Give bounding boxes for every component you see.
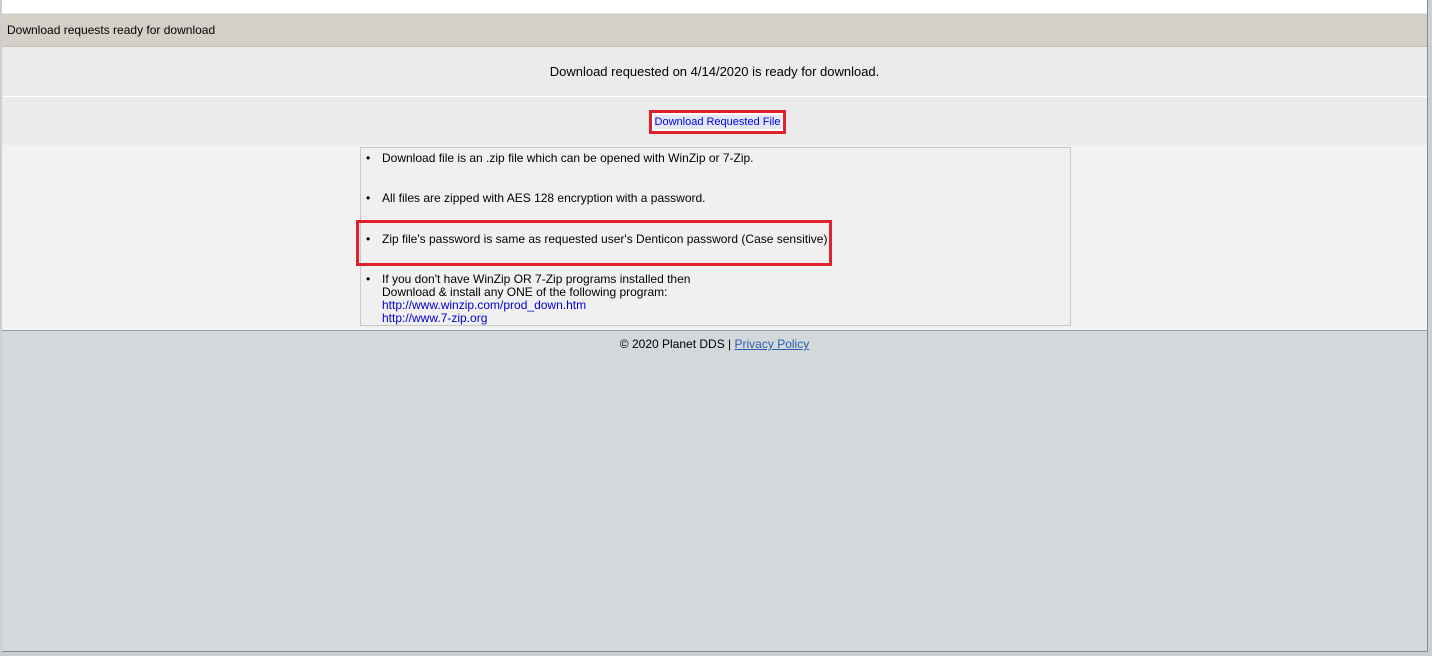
- download-row: Download Requested File: [2, 97, 1427, 145]
- footer: © 2020 Planet DDS | Privacy Policy: [2, 331, 1427, 351]
- page-frame: Download requests ready for download Dow…: [2, 0, 1428, 652]
- top-strip: [2, 0, 1427, 14]
- download-requested-file-button[interactable]: Download Requested File: [654, 115, 781, 129]
- list-item-encryption: All files are zipped with AES 128 encryp…: [366, 192, 705, 206]
- section-title: Download requests ready for download: [2, 14, 1427, 47]
- info-area: Download file is an .zip file which can …: [2, 145, 1427, 331]
- list-item-install-help: If you don't have WinZip OR 7-Zip progra…: [366, 273, 690, 325]
- list-item-zip-format: Download file is an .zip file which can …: [366, 152, 753, 166]
- download-button-highlight: Download Requested File: [649, 110, 786, 134]
- ready-message: Download requested on 4/14/2020 is ready…: [2, 47, 1427, 97]
- privacy-policy-link[interactable]: Privacy Policy: [735, 337, 810, 351]
- 7zip-link[interactable]: http://www.7-zip.org: [382, 312, 690, 325]
- list-item-password: Zip file's password is same as requested…: [366, 233, 827, 247]
- copyright-text: © 2020 Planet DDS: [619, 337, 725, 351]
- info-box: Download file is an .zip file which can …: [360, 147, 1071, 326]
- footer-separator: |: [728, 337, 732, 351]
